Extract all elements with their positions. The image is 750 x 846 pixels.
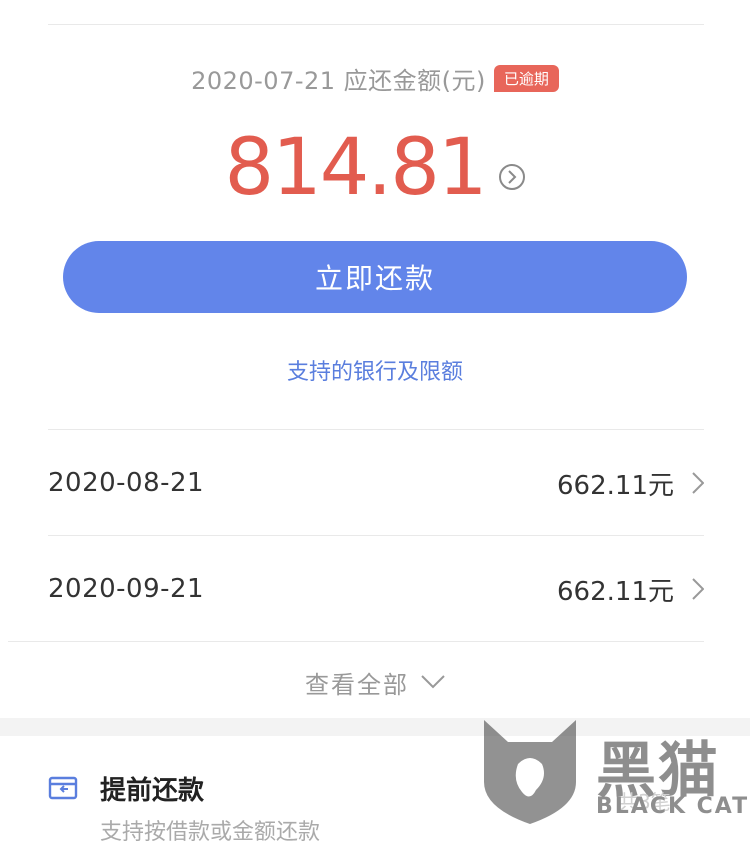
view-all-button[interactable]: 查看全部 [0, 660, 750, 704]
black-cat-watermark: 黑猫 共3笔 BLACK CAT [478, 708, 750, 826]
divider [8, 641, 704, 642]
chevron-down-icon [421, 675, 445, 689]
top-divider [48, 24, 704, 25]
schedule-amount: 662.11元 [557, 470, 674, 501]
overdue-badge: 已逾期 [493, 64, 559, 92]
prepay-subtitle: 支持按借款或金额还款 [100, 820, 321, 845]
cat-shield-icon [484, 720, 576, 824]
supported-banks-link[interactable]: 支持的银行及限额 [0, 354, 750, 386]
schedule-amount: 662.11元 [557, 576, 674, 607]
schedule-row[interactable]: 2020-08-21 662.11元 [48, 430, 704, 536]
chevron-right-icon [692, 472, 704, 494]
due-header: 2020-07-21 应还金额(元) 已逾期 [0, 60, 750, 96]
card-refresh-icon [48, 773, 78, 803]
schedule-row[interactable]: 2020-09-21 662.11元 [48, 536, 704, 642]
watermark-logo-sub: BLACK CAT [596, 794, 750, 819]
view-all-label: 查看全部 [305, 670, 409, 699]
prepay-title: 提前还款 [100, 775, 205, 806]
prepay-row[interactable]: 提前还款 [48, 760, 204, 816]
due-amount: 814.81 [224, 123, 488, 213]
chevron-right-circle-icon[interactable] [499, 164, 526, 190]
amount-row[interactable]: 814.81 [0, 118, 750, 218]
schedule-date: 2020-09-21 [48, 574, 205, 604]
schedule-date: 2020-08-21 [48, 468, 205, 498]
chevron-right-icon [692, 578, 704, 600]
repay-now-button[interactable]: 立即还款 [63, 241, 687, 313]
due-label: 2020-07-21 应还金额(元) [191, 66, 486, 95]
